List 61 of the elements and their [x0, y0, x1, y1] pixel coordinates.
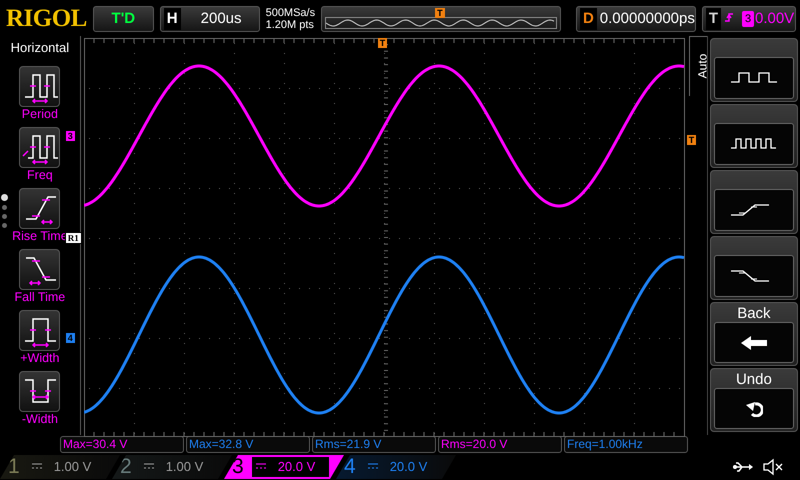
trigger-label: T [706, 8, 722, 30]
page-dot[interactable] [1, 194, 8, 201]
trigger-source: 3 [742, 10, 754, 28]
trigger-level: 0.00V [754, 8, 795, 29]
delay-panel[interactable]: D 0.00000000ps [576, 6, 696, 32]
measure-button[interactable] [19, 188, 60, 228]
delay-value: 0.00000000ps [600, 8, 695, 29]
channel-button[interactable]: 3 20.0 V [224, 455, 344, 479]
page-dot[interactable] [2, 214, 7, 219]
channel-scale: 1.00 V [52, 458, 92, 476]
dc-coupling-icon [144, 463, 154, 471]
page-dot[interactable] [2, 205, 7, 210]
channel-marker: 4 [66, 333, 75, 343]
trigger-panel[interactable]: T 3 0.00V [702, 6, 796, 32]
measure-label: Fall Time [14, 290, 66, 304]
back-button[interactable]: Back [710, 302, 798, 366]
trigger-level-marker: T [686, 135, 696, 145]
measurement-readout: Max=30.4 V [60, 436, 184, 453]
measure-label: Period [22, 106, 58, 120]
menu-button[interactable] [710, 104, 798, 168]
measure-button[interactable] [19, 310, 60, 350]
channel-scale: 1.00 V [164, 458, 204, 476]
channel-scale: 20.0 V [276, 458, 316, 476]
measure-button[interactable] [19, 370, 60, 412]
measure-button[interactable] [19, 248, 60, 290]
measurement-readout: Max=32.8 V [186, 436, 310, 453]
sample-rate: 500MSa/s [266, 7, 316, 19]
measure-button[interactable] [19, 126, 60, 168]
page-dot[interactable] [2, 223, 7, 228]
delay-label: D [580, 8, 597, 30]
undo-icon [744, 400, 763, 417]
measurement-readout: Rms=20.0 V [438, 436, 562, 453]
measure-label: -Width [22, 412, 58, 426]
trigger-position-marker: T [378, 38, 388, 48]
memory-depth: 1.20M pts [266, 19, 315, 31]
menu-tab[interactable]: Auto [693, 54, 712, 78]
menu-title: Horizontal [10, 39, 70, 57]
trigger-status: T'D [92, 6, 154, 32]
undo-button[interactable]: Undo [710, 368, 798, 432]
measure-button[interactable] [19, 66, 60, 106]
trigger-position-marker: T [435, 8, 445, 18]
timebase-panel[interactable]: H 200us [160, 6, 260, 32]
channel-marker: 3 [66, 131, 75, 141]
measurement-readout: Freq=1.00kHz [564, 436, 688, 453]
dc-coupling-icon [256, 463, 266, 471]
channel-scale: 20.0 V [388, 458, 428, 476]
channel-button[interactable]: 2 1.00 V [112, 455, 232, 479]
timebase-value: 200us [200, 8, 243, 29]
left-arrow-icon [740, 334, 767, 350]
dc-coupling-icon [32, 463, 42, 471]
mute-icon [762, 458, 784, 476]
reference-marker: R1 [66, 233, 81, 243]
dc-coupling-icon [368, 463, 378, 471]
brand-logo: RIGOL [6, 4, 87, 34]
channel-button[interactable]: 4 20.0 V [336, 455, 456, 479]
measure-label: Freq [27, 168, 53, 182]
usb-icon [732, 461, 754, 473]
timebase-label: H [164, 8, 181, 30]
channel-button[interactable]: 1 1.00 V [0, 455, 120, 479]
measure-label: +Width [20, 350, 60, 364]
measurement-readout: Rms=21.9 V [312, 436, 436, 453]
